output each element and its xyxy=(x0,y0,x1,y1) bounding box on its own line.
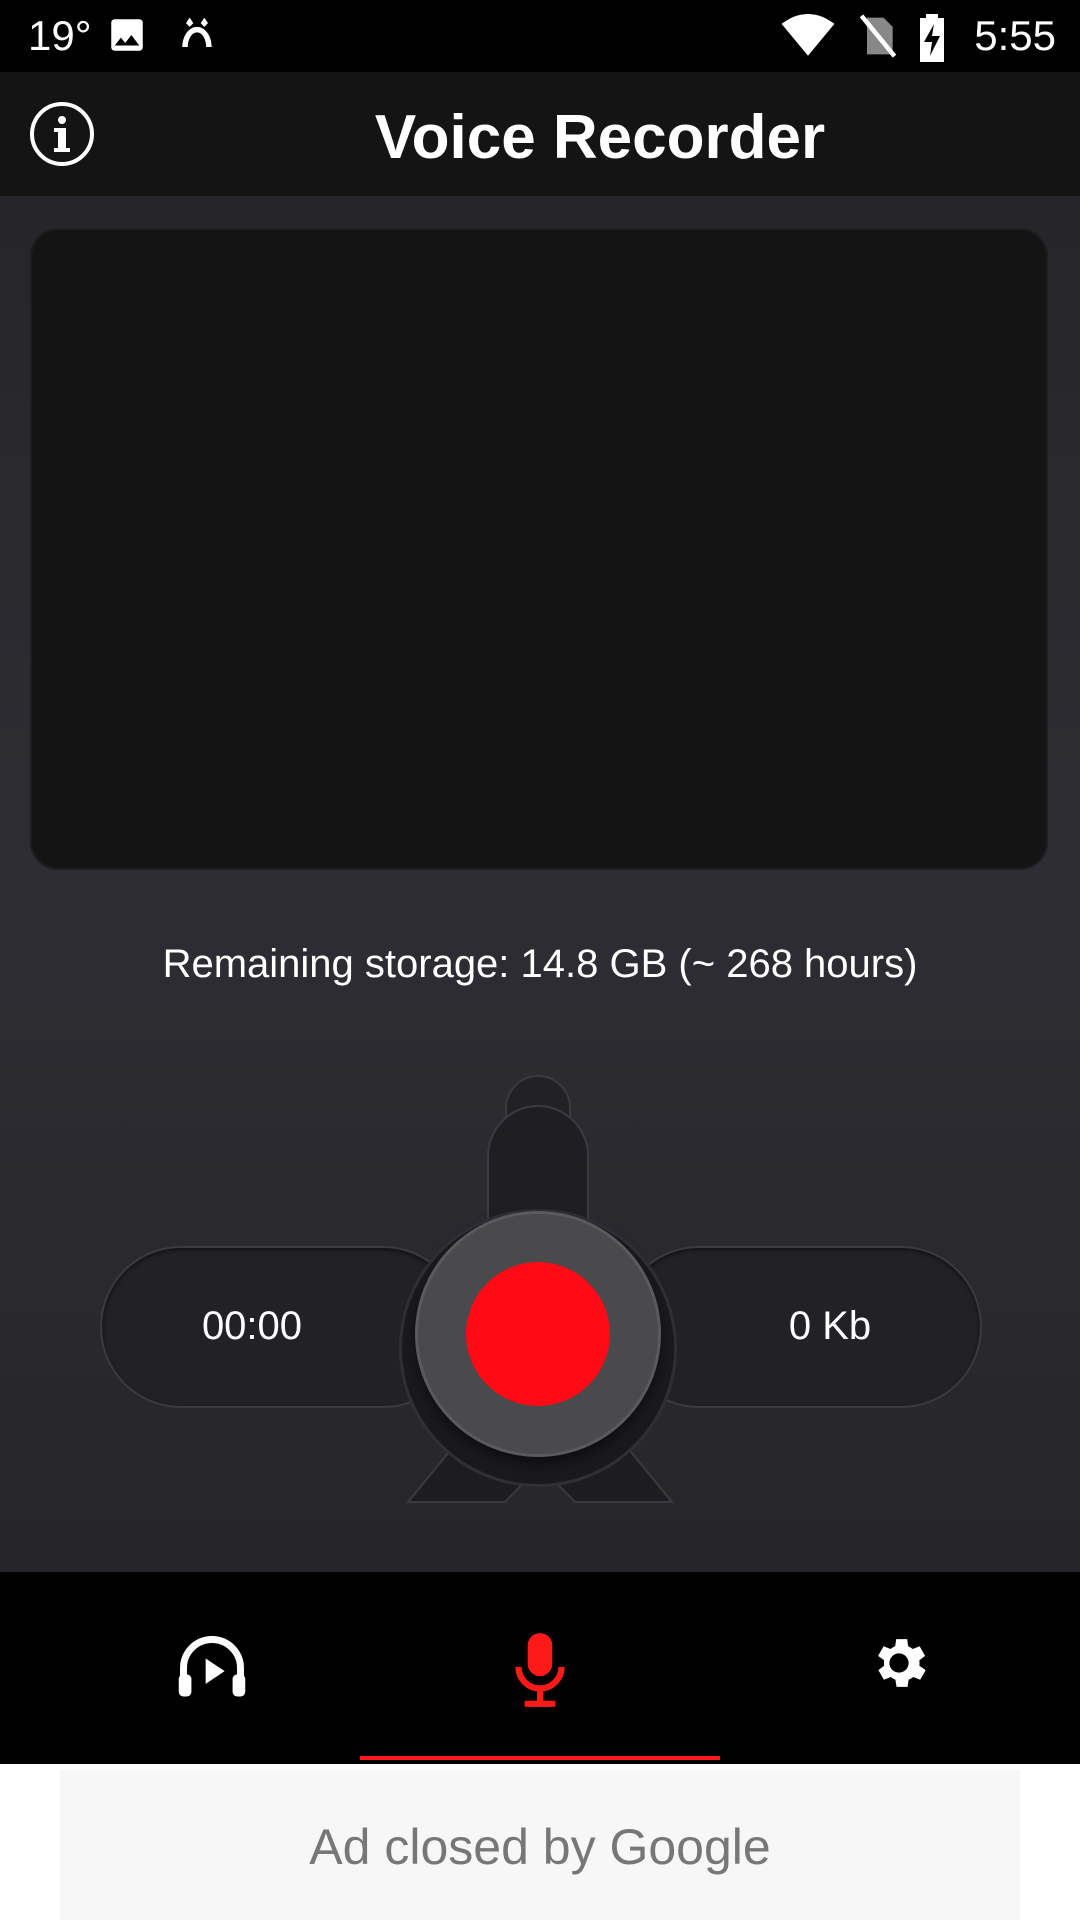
timer-value: 00:00 xyxy=(201,1304,303,1348)
battery-charging-icon xyxy=(920,14,944,62)
bottom-navigation xyxy=(0,1572,1080,1764)
app-bar: Voice Recorder xyxy=(0,72,1080,196)
no-sim-icon xyxy=(859,14,897,58)
ad-closed-text: Ad closed by Google xyxy=(309,1819,771,1875)
file-size-value: 0 Kb xyxy=(788,1304,872,1348)
clock: 5:55 xyxy=(974,12,1056,59)
nav-player[interactable] xyxy=(30,1572,390,1764)
nav-recorder[interactable] xyxy=(360,1572,720,1764)
recorder-main: Remaining storage: 14.8 GB (~ 268 hours)… xyxy=(0,196,1080,1572)
notification-app-icon xyxy=(182,17,212,47)
record-button[interactable] xyxy=(418,1214,658,1454)
active-tab-indicator xyxy=(360,1756,720,1760)
microphone-icon xyxy=(515,1633,565,1707)
waveform-panel xyxy=(30,228,1048,870)
remaining-storage: Remaining storage: 14.8 GB (~ 268 hours) xyxy=(162,942,918,986)
status-bar: 19° 5:55 xyxy=(0,0,1080,72)
ad-closed-panel: Ad closed by Google xyxy=(60,1770,1020,1920)
ad-banner: Ad closed by Google xyxy=(0,1764,1080,1920)
file-size-display: 0 Kb xyxy=(620,1248,980,1406)
page-title: Voice Recorder xyxy=(374,103,826,172)
headphones-play-icon xyxy=(178,1636,246,1697)
nav-settings[interactable] xyxy=(720,1572,1080,1764)
wifi-icon xyxy=(781,14,835,56)
record-dot xyxy=(466,1262,610,1406)
gear-icon xyxy=(878,1639,926,1687)
image-icon xyxy=(111,19,143,51)
temperature: 19° xyxy=(28,12,92,59)
